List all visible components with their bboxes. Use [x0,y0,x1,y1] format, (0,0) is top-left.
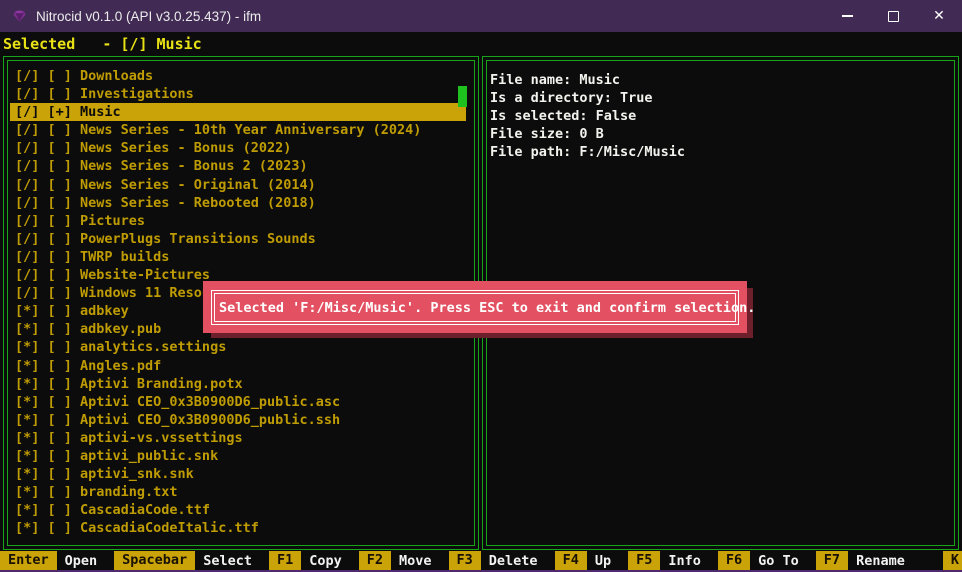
file-list-item[interactable]: [/] [ ] Pictures [10,212,466,230]
window-controls: ✕ [824,0,962,32]
action-up: Up [595,553,611,569]
file-list-item[interactable]: [/] [ ] Downloads [10,67,466,85]
keybinding-up[interactable]: F4 Up [555,551,612,570]
keybinding-copy[interactable]: F1 Copy [269,551,342,570]
file-info-line: Is selected: False [490,107,685,125]
minimize-icon [842,15,853,17]
scrollbar-thumb[interactable] [458,86,467,107]
file-list-item[interactable]: [*] [ ] Aptivi CEO_0x3B0900D6_public.asc [10,393,466,411]
file-list-item[interactable]: [/] [ ] News Series - Bonus 2 (2023) [10,157,466,175]
keybinding-delete[interactable]: F3 Delete [449,551,538,570]
action-move: Move [399,553,432,569]
file-list-item[interactable]: [/] [ ] News Series - Original (2014) [10,176,466,194]
file-list-item[interactable]: [*] [ ] Aptivi CEO_0x3B0900D6_public.ssh [10,411,466,429]
selection-dialog-message: Selected 'F:/Misc/Music'. Press ESC to e… [212,300,755,316]
file-list-item[interactable]: [*] [ ] Aptivi Branding.potx [10,375,466,393]
file-list-item[interactable]: [/] [ ] PowerPlugs Transitions Sounds [10,230,466,248]
action-select: Select [203,553,252,569]
file-list-item[interactable]: [/] [ ] Investigations [10,85,466,103]
file-list-item[interactable]: [*] [ ] branding.txt [10,483,466,501]
keybinding-move[interactable]: F2 Move [359,551,432,570]
file-info: File name: Music Is a directory: True Is… [490,71,685,161]
selection-dialog: Selected 'F:/Misc/Music'. Press ESC to e… [203,281,747,333]
maximize-button[interactable] [870,0,916,32]
selection-dialog-frame: Selected 'F:/Misc/Music'. Press ESC to e… [211,290,739,325]
action-copy: Copy [309,553,342,569]
key-f6[interactable]: F6 [718,551,750,570]
close-icon: ✕ [933,9,945,23]
titlebar: Nitrocid v0.1.0 (API v3.0.25.437) - ifm … [0,0,962,32]
file-list-item[interactable]: [*] [ ] aptivi_snk.snk [10,465,466,483]
maximize-icon [888,11,899,22]
nitrocid-logo-icon [11,8,28,25]
action-info: Info [668,553,701,569]
file-list-item[interactable]: [/] [ ] News Series - Bonus (2022) [10,139,466,157]
action-rename: Rename [856,553,905,569]
status-bar: Enter Open Spacebar Select F1 Copy F2 Mo… [0,551,962,570]
action-open: Open [65,553,98,569]
file-info-line: File name: Music [490,71,685,89]
file-list-item[interactable]: [*] [ ] CascadiaCode.ttf [10,501,466,519]
file-list-item[interactable]: [*] [ ] aptivi-vs.vssettings [10,429,466,447]
file-list-item[interactable]: [*] [ ] analytics.settings [10,338,466,356]
minimize-button[interactable] [824,0,870,32]
key-f1[interactable]: F1 [269,551,301,570]
keybinding-goto[interactable]: F6 Go To [718,551,799,570]
key-f2[interactable]: F2 [359,551,391,570]
selection-header: Selected - [/] Music [3,33,202,55]
file-list-item-selected[interactable]: [/] [+] Music [10,103,466,121]
keybinding-rename[interactable]: F7 Rename [816,551,905,570]
key-k-cutoff[interactable]: K [943,551,962,570]
file-list-item[interactable]: [/] [ ] TWRP builds [10,248,466,266]
key-f3[interactable]: F3 [449,551,481,570]
window-title: Nitrocid v0.1.0 (API v3.0.25.437) - ifm [36,9,261,24]
file-list-item[interactable]: [/] [ ] News Series - Rebooted (2018) [10,194,466,212]
file-list-item[interactable]: [*] [ ] aptivi_public.snk [10,447,466,465]
key-f7[interactable]: F7 [816,551,848,570]
file-list-item[interactable]: [*] [ ] CascadiaCodeItalic.ttf [10,519,466,537]
file-info-line: Is a directory: True [490,89,685,107]
close-button[interactable]: ✕ [916,0,962,32]
keybinding-info[interactable]: F5 Info [628,551,701,570]
file-info-line: File path: F:/Misc/Music [490,143,685,161]
keybinding-open[interactable]: Enter Open [0,551,97,570]
file-info-line: File size: 0 B [490,125,685,143]
file-list-item[interactable]: [/] [ ] News Series - 10th Year Annivers… [10,121,466,139]
keybinding-select[interactable]: Spacebar Select [114,551,252,570]
key-f5[interactable]: F5 [628,551,660,570]
key-f4[interactable]: F4 [555,551,587,570]
file-list-item[interactable]: [*] [ ] Angles.pdf [10,357,466,375]
action-goto: Go To [758,553,799,569]
key-spacebar[interactable]: Spacebar [114,551,195,570]
action-delete: Delete [489,553,538,569]
key-enter[interactable]: Enter [0,551,57,570]
